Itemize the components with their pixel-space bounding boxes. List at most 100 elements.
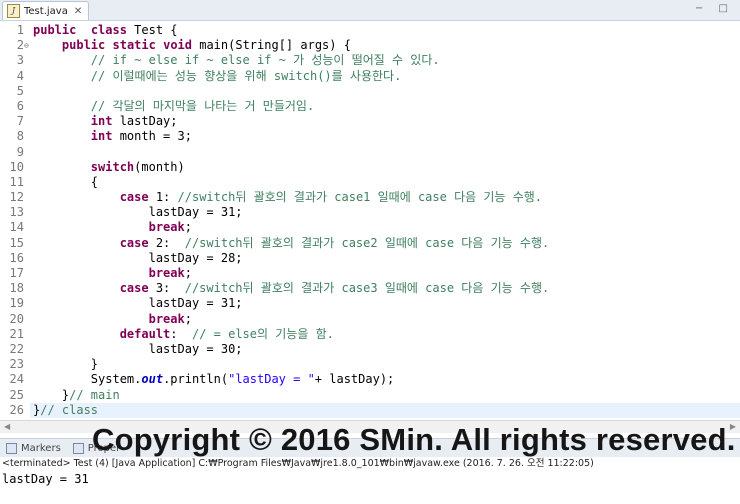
line-number: 10 (9, 159, 24, 174)
code-text: default: // = else의 기능을 함. (33, 327, 334, 342)
code-token: case (119, 281, 149, 296)
code-token: 3: (148, 281, 185, 296)
code-token: lastDay = 31; (33, 205, 243, 220)
code-token: month = 3; (112, 129, 192, 144)
code-token: + lastDay); (314, 372, 395, 387)
code-token: public (61, 38, 106, 53)
editor-tab-bar: J Test.java ✕ − □ (0, 0, 740, 21)
code-token: break (148, 266, 185, 280)
code-token: Test { (126, 23, 178, 37)
code-token: case (119, 235, 149, 250)
code-token: case (119, 190, 149, 205)
line-number: 11 (9, 174, 24, 189)
tab-test-java[interactable]: J Test.java ✕ (2, 1, 90, 20)
code-text: lastDay = 28; (33, 251, 243, 266)
code-token: (month) (134, 159, 185, 174)
line-number: 20 (9, 311, 24, 326)
code-text: break; (33, 266, 192, 281)
code-token: break (148, 220, 185, 235)
close-icon[interactable]: ✕ (74, 6, 82, 17)
markers-icon (6, 442, 17, 454)
code-token: 1: (148, 190, 178, 205)
code-text: }// main (33, 388, 120, 403)
line-number: 4 (16, 68, 24, 83)
code-token: "lastDay = " (228, 372, 315, 387)
line-number: 5 (16, 83, 24, 98)
line-number: 12 (9, 190, 24, 205)
code-token: System. (33, 372, 142, 387)
line-number: 6 (16, 98, 24, 113)
code-token: // 각달의 마지막을 나타는 거 만들거임. (90, 98, 315, 113)
code-token: lastDay = 28; (33, 250, 243, 265)
line-number: 17 (9, 266, 24, 280)
line-number: 18 (9, 281, 24, 296)
copyright-watermark: Copyright © 2016 SMin. All rights reserv… (92, 422, 736, 457)
code-token: main(String[] args) { (192, 38, 351, 53)
code-token: int (90, 129, 113, 144)
code-token: lastDay = 31; (33, 296, 243, 311)
code-token: ; (184, 266, 192, 280)
scroll-left-icon[interactable]: ◀ (4, 421, 10, 433)
line-number: 14 (9, 220, 24, 235)
line-number: 23 (9, 357, 24, 372)
tab-label: Test.java (24, 5, 68, 17)
code-text: } (33, 357, 98, 372)
code-token: default (119, 326, 171, 341)
code-text: // 각달의 마지막을 나타는 거 만들거임. (33, 99, 314, 114)
line-number: 2 (16, 38, 24, 53)
code-token: ; (184, 220, 192, 235)
line-number: 19 (9, 296, 24, 311)
code-text: int month = 3; (33, 129, 192, 144)
code-text: lastDay = 30; (33, 342, 243, 357)
code-text: }// class (33, 403, 98, 418)
code-token: // main (69, 387, 120, 402)
code-token: // class (40, 402, 99, 417)
code-token: int (90, 114, 113, 129)
code-token: public (33, 23, 77, 37)
code-text: System.out.println("lastDay = "+ lastDay… (33, 372, 394, 387)
code-text: public static void main(String[] args) { (33, 38, 351, 53)
line-number: 9 (16, 144, 24, 159)
console-status: <terminated> Test (4) [Java Application]… (0, 457, 740, 470)
code-text: break; (33, 312, 192, 327)
code-token: { (33, 174, 99, 189)
code-text: case 1: //switch뒤 괄호의 결과가 case1 일때에 case… (33, 190, 542, 205)
code-text: lastDay = 31; (33, 205, 243, 220)
code-text: int lastDay; (33, 114, 178, 129)
window-buttons[interactable]: − □ (695, 3, 734, 14)
current-line-highlight (0, 403, 740, 419)
code-token: //switch뒤 괄호의 결과가 case2 일때에 case 다음 기능 수… (184, 235, 550, 250)
line-number: 26 (9, 402, 24, 417)
code-token: // 이럴때에는 성능 향상을 위해 switch()를 사용한다. (90, 68, 402, 83)
code-text: case 2: //switch뒤 괄호의 결과가 case2 일때에 case… (33, 235, 550, 251)
line-number: 7 (16, 114, 24, 129)
code-token: void (163, 38, 192, 53)
java-file-icon: J (7, 4, 20, 18)
code-editor[interactable]: 1 public class Test {2 ⊖ public static voi… (0, 21, 740, 419)
code-text: switch(month) (33, 160, 185, 175)
line-number: 25 (9, 387, 24, 402)
code-text: lastDay = 31; (33, 296, 243, 311)
line-number: 15 (9, 235, 24, 250)
code-token: } (33, 357, 99, 372)
code-token: //switch뒤 괄호의 결과가 case1 일때에 case 다음 기능 수… (177, 190, 542, 205)
code-token: // = else의 기능을 함. (191, 326, 334, 341)
fold-icon[interactable]: ⊖ (24, 38, 29, 53)
line-number: 16 (9, 250, 24, 265)
tab-markers[interactable]: Markers (0, 442, 67, 454)
line-number: 22 (9, 341, 24, 356)
code-token: ; (184, 311, 192, 326)
